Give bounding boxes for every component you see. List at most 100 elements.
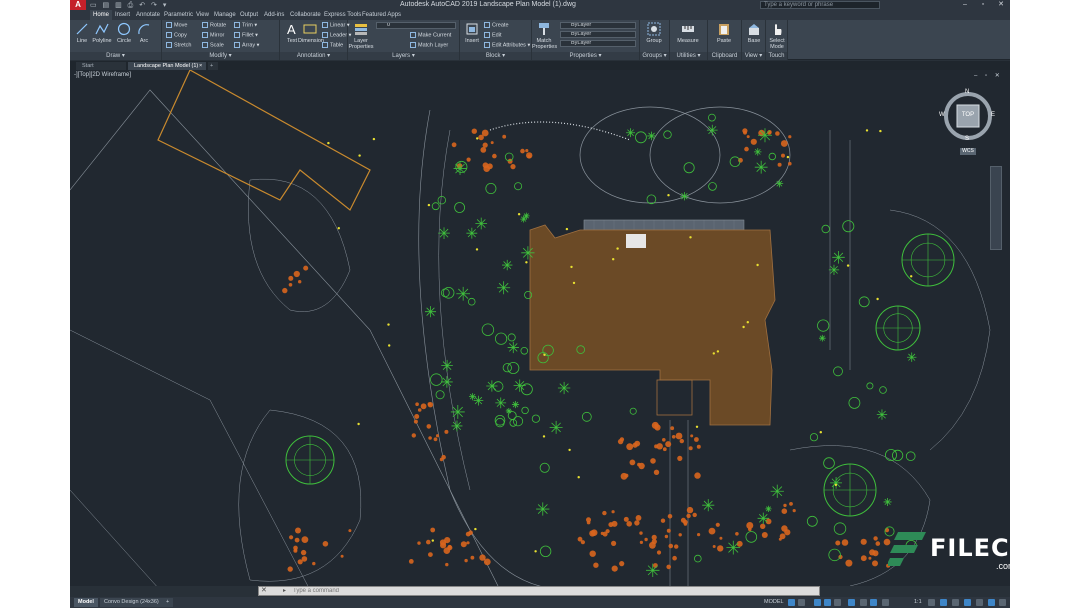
view-panel-label[interactable]: View ▾ [742, 52, 765, 60]
layout-tab-model[interactable]: Model [74, 598, 98, 607]
search-input[interactable]: Type a keyword or phrase [760, 1, 880, 9]
groups-panel-label[interactable]: Groups ▾ [640, 52, 669, 60]
units-icon[interactable] [952, 599, 959, 606]
quick-access-toolbar[interactable]: ▭ ▤ ▥ ⎙ ↶ ↷ ▾ [90, 1, 168, 10]
dimension-button[interactable]: Dimension [298, 22, 324, 44]
group-button[interactable]: Group [642, 22, 666, 44]
stretch-button[interactable]: Stretch [166, 42, 191, 49]
rotate-button[interactable]: Rotate [202, 22, 226, 29]
customization-menu-icon[interactable] [999, 599, 1006, 606]
layer-dropdown[interactable]: 0 [376, 22, 456, 29]
new-layout-button[interactable]: + [162, 598, 174, 607]
close-command-icon[interactable]: ✕ [261, 587, 271, 595]
lineweight-toggle-icon[interactable] [848, 599, 855, 606]
select-mode-button[interactable]: Select Mode [766, 22, 788, 50]
utilities-panel-label[interactable]: Utilities ▾ [670, 52, 707, 60]
tab-parametric[interactable]: Parametric [161, 10, 196, 20]
annotation-visibility-icon[interactable] [882, 599, 889, 606]
command-input[interactable] [293, 587, 793, 595]
match-properties-button[interactable]: Match Properties [532, 22, 557, 50]
table-button[interactable]: Table [322, 42, 343, 49]
scale-label: Scale [210, 42, 224, 49]
viewcube-top-face[interactable]: TOP [958, 112, 978, 118]
move-button[interactable]: Move [166, 22, 187, 29]
tab-home[interactable]: Home [90, 10, 113, 20]
viewport-label[interactable]: -][Top][2D Wireframe] [74, 72, 131, 78]
tab-add-ins[interactable]: Add-ins [261, 10, 287, 20]
polar-toggle-icon[interactable] [824, 599, 831, 606]
minimize-button[interactable]: – [956, 0, 974, 10]
edit-block-button[interactable]: Edit [484, 32, 501, 39]
viewcube[interactable]: TOP N S E W WCS [938, 88, 998, 160]
tab-landscape-plan[interactable]: Landscape Plan Model (1)* [128, 62, 202, 70]
insert-button[interactable]: Insert [460, 22, 484, 44]
drawing-canvas[interactable]: -][Top][2D Wireframe] – ▫ ✕ TOP N S E W … [70, 70, 1010, 586]
clipboard-panel-label[interactable]: Clipboard [708, 52, 741, 60]
model-space-toggle[interactable]: MODEL [764, 598, 784, 607]
compass-north[interactable]: N [965, 89, 969, 95]
grid-toggle-icon[interactable] [788, 599, 795, 606]
base-button[interactable]: Base [742, 22, 766, 44]
annotation-monitor-icon[interactable] [940, 599, 947, 606]
scale-button[interactable]: Scale [202, 42, 224, 49]
wcs-menu[interactable]: WCS [960, 148, 976, 155]
fillet-button[interactable]: Fillet ▾ [234, 32, 258, 39]
color-dropdown[interactable]: ByLayer [560, 22, 636, 29]
copy-button[interactable]: Copy [166, 32, 187, 39]
quick-properties-icon[interactable] [964, 599, 971, 606]
leader-button[interactable]: Leader ▾ [322, 32, 351, 39]
landscape-plan-drawing[interactable] [70, 70, 1010, 586]
isolate-objects-icon[interactable] [976, 599, 983, 606]
navigation-bar[interactable] [990, 166, 1002, 250]
layers-panel-label[interactable]: Layers ▾ [348, 52, 459, 60]
make-current-button[interactable]: Make Current [410, 32, 451, 39]
viewport-window-controls[interactable]: – ▫ ✕ [974, 72, 1003, 79]
ortho-toggle-icon[interactable] [814, 599, 821, 606]
osnap-toggle-icon[interactable] [834, 599, 841, 606]
tab-insert[interactable]: Insert [112, 10, 133, 20]
block-panel-label[interactable]: Block ▾ [460, 52, 531, 60]
mirror-button[interactable]: Mirror [202, 32, 224, 39]
draw-panel-label[interactable]: Draw ▾ [70, 52, 161, 60]
linear-button[interactable]: Linear ▾ [322, 22, 350, 29]
tab-express-tools[interactable]: Express Tools [321, 10, 364, 20]
properties-panel-label[interactable]: Properties ▾ [532, 52, 639, 60]
modify-panel-label[interactable]: Modify ▾ [162, 52, 279, 60]
tab-view[interactable]: View [193, 10, 212, 20]
annotation-panel-label[interactable]: Annotation ▾ [280, 52, 347, 60]
compass-west[interactable]: W [939, 112, 945, 118]
fullscreen-icon[interactable] [988, 599, 995, 606]
measure-button[interactable]: Measure [676, 22, 700, 44]
edit-attributes-button[interactable]: Edit Attributes ▾ [484, 42, 530, 49]
new-tab-button[interactable]: + [208, 62, 218, 70]
accent-light [431, 539, 434, 542]
tab-manage[interactable]: Manage [211, 10, 239, 20]
compass-east[interactable]: E [991, 112, 995, 118]
layout-tab-convo-design[interactable]: Convo Design (24x36) [100, 598, 163, 607]
trim-button[interactable]: Trim ▾ [234, 22, 257, 29]
close-tab-icon[interactable]: × [198, 62, 206, 70]
paste-button[interactable]: Paste [712, 22, 736, 44]
tab-start[interactable]: Start [76, 62, 126, 70]
match-layer-button[interactable]: Match Layer [410, 42, 448, 49]
array-button[interactable]: Array ▾ [234, 42, 259, 49]
tab-collaborate[interactable]: Collaborate [287, 10, 324, 20]
close-button[interactable]: ✕ [992, 0, 1010, 10]
arc-button[interactable]: Arc [132, 22, 156, 44]
create-block-button[interactable]: Create [484, 22, 509, 29]
compass-south[interactable]: S [965, 136, 969, 142]
linetype-dropdown[interactable]: ByLayer [560, 31, 636, 38]
transparency-toggle-icon[interactable] [860, 599, 867, 606]
annotation-scale[interactable]: 1:1 [914, 598, 922, 607]
workspace-gear-icon[interactable] [928, 599, 935, 606]
app-logo-icon[interactable]: A [70, 0, 86, 10]
polyline-button[interactable]: Polyline [90, 22, 114, 44]
layer-properties-button[interactable]: Layer Properties [348, 22, 374, 50]
tab-featured-apps[interactable]: Featured Apps [359, 10, 404, 20]
selection-cycling-icon[interactable] [870, 599, 877, 606]
lineweight-dropdown[interactable]: ByLayer [560, 40, 636, 47]
tab-output[interactable]: Output [237, 10, 261, 20]
snap-toggle-icon[interactable] [798, 599, 805, 606]
restore-button[interactable]: ▫ [974, 0, 992, 10]
tab-annotate[interactable]: Annotate [133, 10, 163, 20]
